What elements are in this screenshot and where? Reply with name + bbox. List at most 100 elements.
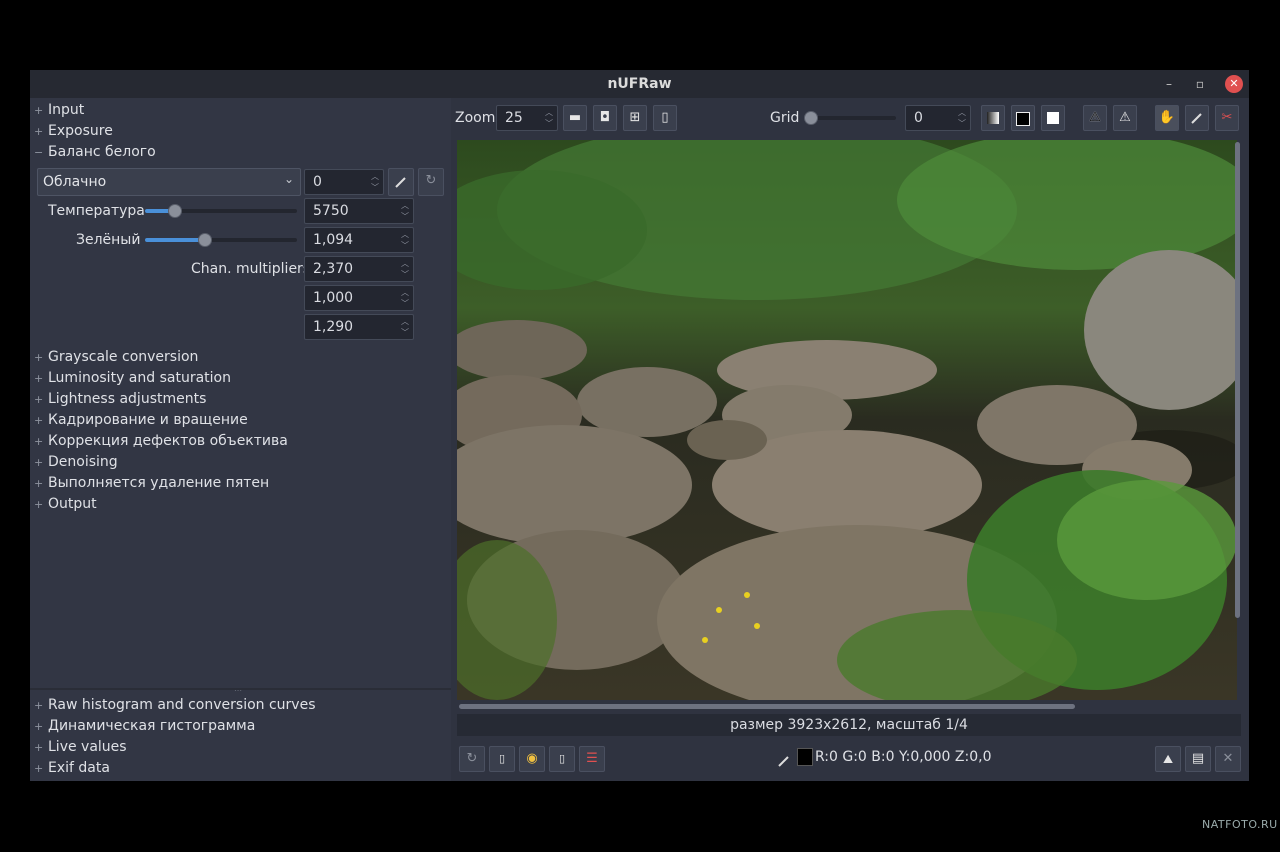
app-window: nUFRaw – ▫ ✕ + Input + Exposure − Баланс бе… — [30, 70, 1249, 781]
spin-arrows-icon[interactable]: ︿ ﹀ — [400, 200, 410, 222]
section-label: Input — [48, 102, 85, 118]
load-button[interactable]: ◉ — [519, 746, 545, 772]
crop-tool-button[interactable]: ✋ — [1155, 105, 1179, 131]
spin-arrows-icon[interactable]: ︿ ﹀ — [957, 107, 967, 129]
spin-arrows-icon[interactable]: ︿ ﹀ — [400, 229, 410, 251]
section-output[interactable]: + Output — [34, 494, 97, 514]
save-icon: ▤ — [1191, 751, 1205, 766]
cancel-button[interactable]: ✕ — [1215, 746, 1241, 772]
wb-preset-value: Облачно — [43, 174, 107, 190]
spin-arrows-icon[interactable]: ︿ ﹀ — [400, 258, 410, 280]
expand-icon: + — [34, 498, 44, 511]
section-spot-removal[interactable]: + Выполняется удаление пятен — [34, 473, 269, 493]
info-button[interactable]: ▯ — [549, 746, 575, 772]
drag-handle-icon[interactable]: ⋯ — [234, 686, 242, 695]
section-label: Raw histogram and conversion curves — [48, 697, 316, 713]
wb-spot-button[interactable] — [1185, 105, 1209, 131]
temperature-input[interactable]: 5750 ︿ ﹀ — [304, 198, 414, 224]
section-input[interactable]: + Input — [34, 100, 84, 120]
wb-fine-tune-input[interactable]: 0 ︿ ﹀ — [304, 169, 384, 195]
expand-icon: + — [34, 351, 44, 364]
wb-picker-button[interactable] — [388, 168, 414, 196]
chan-multiplier-value: 1,000 — [313, 290, 354, 306]
zoom-label: Zoom — [455, 110, 496, 126]
section-live-histogram[interactable]: + Динамическая гистограмма — [34, 716, 255, 736]
file-icon: ▯ — [498, 752, 506, 765]
section-grayscale[interactable]: + Grayscale conversion — [34, 347, 198, 367]
zoom-out-button[interactable]: ▬ — [563, 105, 587, 131]
section-raw-histogram[interactable]: + Raw histogram and conversion curves — [34, 695, 316, 715]
overexposure-button[interactable]: ⚠ — [1113, 105, 1137, 131]
minimize-button[interactable]: – — [1160, 75, 1178, 93]
image-info-status: размер 3923x2612, масштаб 1/4 — [457, 714, 1241, 736]
white-background-button[interactable] — [1041, 105, 1065, 131]
section-exposure[interactable]: + Exposure — [34, 121, 113, 141]
maximize-button[interactable]: ▫ — [1191, 75, 1209, 93]
options-button[interactable]: ▯ — [489, 746, 515, 772]
list-icon: ☰ — [586, 751, 598, 766]
black-background-button[interactable] — [1011, 105, 1035, 131]
green-value: 1,094 — [313, 232, 354, 248]
spin-arrows-icon[interactable]: ︿ ﹀ — [544, 107, 554, 129]
section-lens-correction[interactable]: + Коррекция дефектов объектива — [34, 431, 288, 451]
section-label: Коррекция дефектов объектива — [48, 433, 288, 449]
chan-multiplier-b-input[interactable]: 1,290 ︿ ﹀ — [304, 314, 414, 340]
chan-multiplier-r-input[interactable]: 2,370 ︿ ﹀ — [304, 256, 414, 282]
section-label: Динамическая гистограмма — [48, 718, 256, 734]
chan-multiplier-value: 1,290 — [313, 319, 354, 335]
wb-preset-select[interactable]: Облачно ⌄ — [37, 168, 301, 196]
zoom-100-icon: ▯ — [661, 110, 669, 125]
zoom-input[interactable]: 25 ︿ ﹀ — [496, 105, 558, 131]
expand-icon: + — [34, 720, 44, 733]
spin-arrows-icon[interactable]: ︿ ﹀ — [370, 171, 380, 193]
section-live-values[interactable]: + Live values — [34, 737, 127, 757]
temperature-value: 5750 — [313, 203, 349, 219]
save-button[interactable]: ▤ — [1185, 746, 1211, 772]
green-input[interactable]: 1,094 ︿ ﹀ — [304, 227, 414, 253]
zoom-100-button[interactable]: ▯ — [653, 105, 677, 131]
document-icon: ▯ — [558, 752, 566, 765]
section-lightness[interactable]: + Lightness adjustments — [34, 389, 206, 409]
chan-multipliers-label: Chan. multipliers — [191, 261, 311, 277]
zoom-fit-button[interactable]: ⊞ — [623, 105, 647, 131]
grid-input[interactable]: 0 ︿ ﹀ — [905, 105, 971, 131]
black-square-icon — [1016, 112, 1030, 126]
close-button[interactable]: ✕ — [1225, 75, 1243, 93]
cut-button[interactable]: ✂ — [1215, 105, 1239, 131]
reset-button[interactable]: ↻ — [459, 746, 485, 772]
section-white-balance[interactable]: − Баланс белого — [34, 142, 156, 162]
gradient-view-button[interactable] — [981, 105, 1005, 131]
section-label: Кадрирование и вращение — [48, 412, 248, 428]
vertical-scrollbar[interactable] — [1235, 142, 1240, 618]
chevron-down-icon: ⌄ — [283, 172, 294, 186]
zoom-fit-icon: ⊞ — [629, 110, 641, 125]
chan-multiplier-g-input[interactable]: 1,000 ︿ ﹀ — [304, 285, 414, 311]
expand-icon: + — [34, 477, 44, 490]
color-swatch — [797, 748, 813, 766]
zoom-in-button[interactable]: ◘ — [593, 105, 617, 131]
expand-icon: + — [34, 414, 44, 427]
spin-arrows-icon[interactable]: ︿ ﹀ — [400, 287, 410, 309]
horizontal-scrollbar[interactable] — [459, 704, 1075, 709]
reset-icon: ↻ — [425, 173, 437, 188]
green-slider-handle[interactable] — [198, 233, 213, 247]
section-denoising[interactable]: + Denoising — [34, 452, 118, 472]
section-label: Luminosity and saturation — [48, 370, 231, 386]
section-label: Exposure — [48, 123, 113, 139]
wb-reset-button[interactable]: ↻ — [418, 168, 444, 196]
temperature-slider-handle[interactable] — [167, 204, 182, 218]
underexposure-button[interactable]: ⚠ — [1083, 105, 1107, 131]
green-slider-fill — [145, 238, 205, 242]
spin-arrows-icon[interactable]: ︿ ﹀ — [400, 316, 410, 338]
settings-button[interactable]: ☰ — [579, 746, 605, 772]
reset-icon: ↻ — [466, 751, 478, 766]
chan-multiplier-value: 2,370 — [313, 261, 354, 277]
image-preview[interactable] — [457, 140, 1237, 700]
section-crop-rotate[interactable]: + Кадрирование и вращение — [34, 410, 248, 430]
title-bar: nUFRaw – ▫ ✕ — [30, 70, 1249, 98]
send-to-gimp-button[interactable]: ⛰ — [1155, 746, 1181, 772]
temperature-label: Температура — [48, 203, 145, 219]
grid-slider-handle[interactable] — [804, 111, 818, 125]
section-exif[interactable]: + Exif data — [34, 758, 110, 778]
section-luminosity[interactable]: + Luminosity and saturation — [34, 368, 231, 388]
